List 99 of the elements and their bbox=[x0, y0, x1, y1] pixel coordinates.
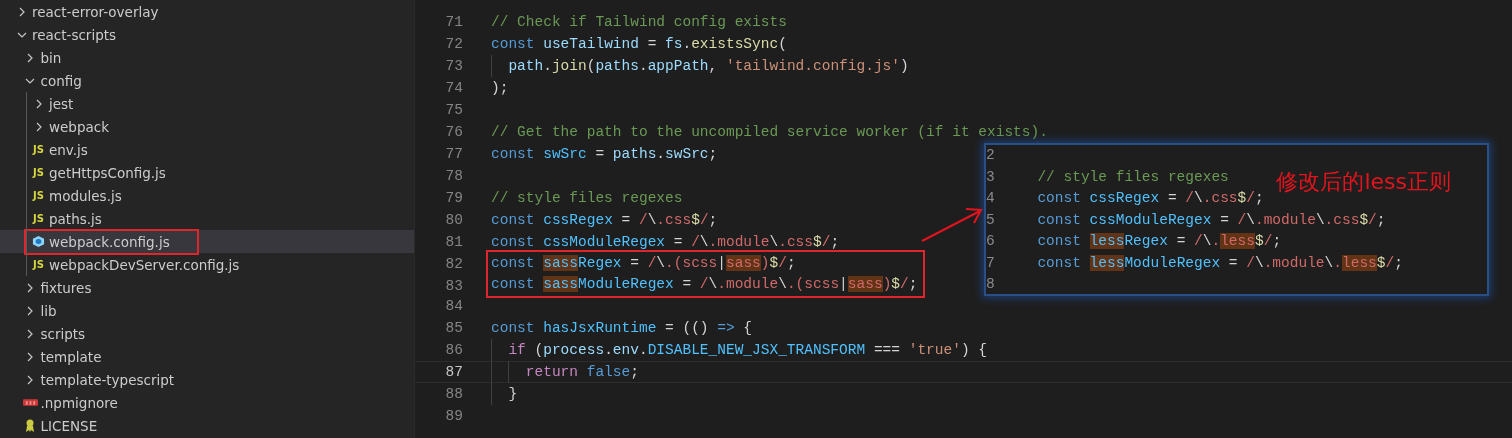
line-number: 2 bbox=[986, 146, 996, 165]
file-name: template-typescript bbox=[40, 371, 175, 388]
line-number: 87 bbox=[444, 363, 464, 382]
code-text: } bbox=[508, 385, 518, 404]
line-number: 81 bbox=[444, 233, 464, 252]
code-text: path.join(paths.appPath, 'tailwind.config.js') bbox=[508, 57, 909, 76]
folder-item[interactable]: template bbox=[0, 345, 414, 368]
annotation-note: 修改后的less正则 bbox=[1276, 168, 1451, 196]
file-name: paths.js bbox=[49, 210, 102, 227]
line-number: 83 bbox=[444, 277, 464, 296]
line-number: 89 bbox=[444, 407, 464, 426]
folder-item[interactable]: fixtures bbox=[0, 276, 414, 299]
file-item[interactable]: JS env.js bbox=[0, 138, 414, 161]
line-number: 5 bbox=[986, 210, 996, 230]
file-name: jest bbox=[49, 95, 74, 112]
file-item[interactable]: LICENSE bbox=[0, 414, 414, 437]
folder-item[interactable]: react-error-overlay bbox=[0, 0, 414, 23]
folder-item[interactable]: lib bbox=[0, 299, 414, 322]
line-number: 84 bbox=[444, 297, 464, 316]
code-text: ); bbox=[491, 79, 509, 98]
code-text: const cssModuleRegex = /\.module\.css$/; bbox=[1037, 210, 1386, 230]
line-number: 78 bbox=[444, 167, 464, 186]
line-number: 7 bbox=[986, 253, 996, 273]
code-text: const cssModuleRegex = /\.module\.css$/; bbox=[491, 233, 840, 252]
chevron-right-icon[interactable] bbox=[25, 328, 35, 339]
folder-item[interactable]: scripts bbox=[0, 322, 414, 345]
file-name: react-error-overlay bbox=[32, 3, 159, 20]
js-file-icon: JS bbox=[33, 258, 44, 271]
cube-icon bbox=[32, 235, 45, 248]
file-name: env.js bbox=[49, 141, 88, 158]
file-name: webpackDevServer.config.js bbox=[49, 256, 240, 273]
file-item[interactable]: .npmignore bbox=[0, 391, 414, 414]
folder-item[interactable]: template-typescript bbox=[0, 368, 414, 391]
js-file-icon: JS bbox=[33, 212, 44, 225]
file-name: fixtures bbox=[40, 279, 92, 296]
line-number: 77 bbox=[444, 145, 464, 164]
line-number: 86 bbox=[444, 341, 464, 360]
code-text: // Check if Tailwind config exists bbox=[491, 13, 787, 32]
line-number: 82 bbox=[444, 255, 464, 274]
line-number: 71 bbox=[444, 13, 464, 32]
code-text: const sassModuleRegex = /\.module\.(scss|sass)$/; bbox=[491, 275, 918, 294]
file-item[interactable]: JS modules.js bbox=[0, 184, 414, 207]
file-item[interactable]: JS paths.js bbox=[0, 207, 414, 230]
line-number: 74 bbox=[444, 79, 464, 98]
code-text: return false; bbox=[525, 363, 639, 382]
file-name: .npmignore bbox=[40, 394, 118, 411]
chevron-right-icon[interactable] bbox=[25, 351, 35, 362]
file-name: LICENSE bbox=[40, 417, 98, 434]
code-text: const useTailwind = fs.existsSync( bbox=[491, 35, 787, 54]
code-text: // style files regexes bbox=[491, 189, 683, 208]
chevron-right-icon[interactable] bbox=[25, 374, 35, 385]
file-name: webpack.config.js bbox=[49, 233, 170, 250]
line-number: 3 bbox=[986, 167, 996, 187]
chevron-right-icon[interactable] bbox=[25, 52, 35, 63]
code-text: const cssRegex = /\.css$/; bbox=[491, 211, 718, 230]
file-name: react-scripts bbox=[32, 26, 117, 43]
file-name: bin bbox=[40, 49, 62, 66]
line-number: 4 bbox=[986, 189, 996, 208]
folder-item[interactable]: react-scripts bbox=[0, 23, 414, 46]
file-name: modules.js bbox=[49, 187, 122, 204]
file-name: template bbox=[40, 348, 102, 365]
folder-item[interactable]: bin bbox=[0, 46, 414, 69]
js-file-icon: JS bbox=[33, 166, 44, 179]
line-number: 80 bbox=[444, 211, 464, 230]
line-number: 76 bbox=[444, 123, 464, 142]
line-number: 75 bbox=[444, 101, 464, 120]
code-text: const hasJsxRuntime = (() => { bbox=[491, 319, 753, 338]
line-number: 88 bbox=[444, 385, 464, 404]
line-number: 72 bbox=[444, 35, 464, 54]
code-text: const swSrc = paths.swSrc; bbox=[491, 145, 718, 164]
chevron-right-icon[interactable] bbox=[25, 305, 35, 316]
file-name: config bbox=[40, 72, 82, 89]
file-name: getHttpsConfig.js bbox=[49, 164, 166, 181]
code-text: // Get the path to the uncompiled service worker (if it exists). bbox=[491, 123, 1048, 142]
line-number: 8 bbox=[986, 275, 996, 294]
line-number: 85 bbox=[444, 319, 464, 338]
code-text: if (process.env.DISABLE_NEW_JSX_TRANSFORM === 'true') { bbox=[508, 341, 988, 360]
code-text: const sassRegex = /\.(scss|sass)$/; bbox=[491, 254, 796, 273]
js-file-icon: JS bbox=[33, 189, 44, 202]
file-name: scripts bbox=[40, 325, 86, 342]
folder-item[interactable]: jest bbox=[0, 92, 414, 115]
line-number: 6 bbox=[986, 232, 996, 251]
npm-icon bbox=[22, 399, 38, 406]
file-name: webpack bbox=[49, 118, 109, 135]
chevron-right-icon[interactable] bbox=[25, 282, 35, 293]
line-number: 73 bbox=[444, 57, 464, 76]
file-item[interactable]: JS getHttpsConfig.js bbox=[0, 161, 414, 184]
code-text: const cssRegex = /\.css$/; bbox=[1037, 189, 1264, 208]
folder-item[interactable]: webpack bbox=[0, 115, 414, 138]
license-icon bbox=[25, 418, 35, 433]
line-number: 79 bbox=[444, 189, 464, 208]
code-text: const lessRegex = /\.less$/; bbox=[1037, 232, 1282, 251]
folder-item[interactable]: config bbox=[0, 69, 414, 92]
file-item[interactable]: webpack.config.js bbox=[0, 230, 414, 253]
file-name: lib bbox=[40, 302, 57, 319]
js-file-icon: JS bbox=[33, 143, 44, 156]
file-item[interactable]: JS webpackDevServer.config.js bbox=[0, 253, 414, 276]
code-text: // style files regexes bbox=[1037, 167, 1229, 187]
code-text: const lessModuleRegex = /\.module\.less$/; bbox=[1037, 253, 1403, 273]
